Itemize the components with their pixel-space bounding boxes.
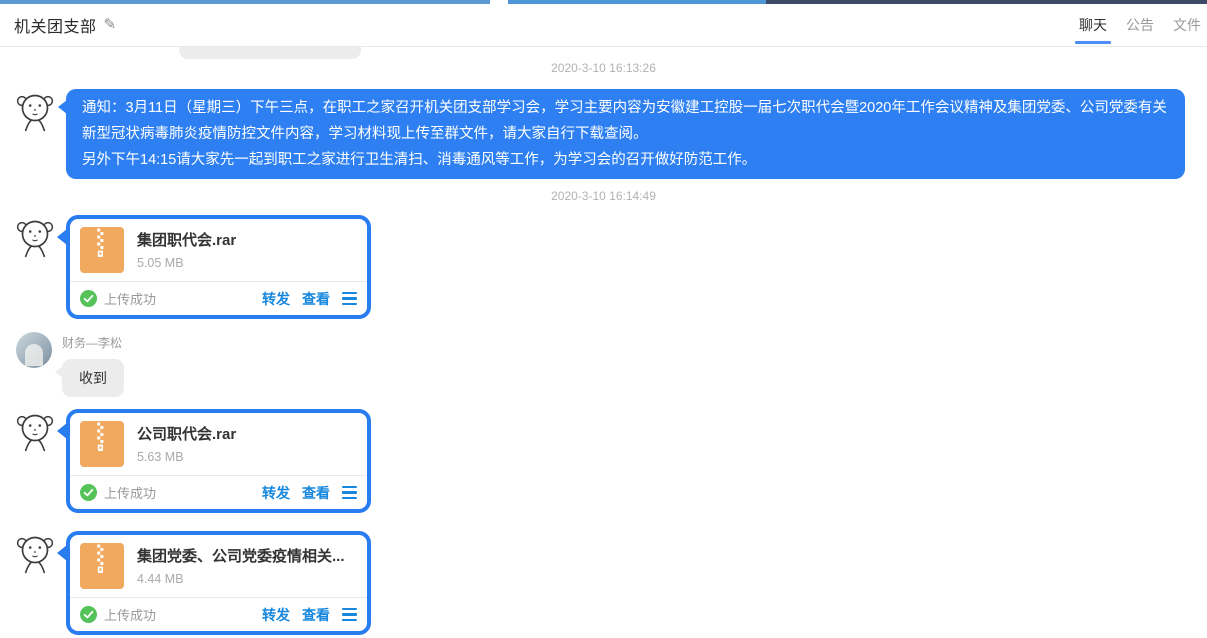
file-card-top: 集团党委、公司党委疫情相关... 4.44 MB	[70, 535, 367, 597]
reply-text: 收到	[79, 370, 107, 386]
view-link[interactable]: 查看	[302, 605, 330, 625]
forward-link[interactable]: 转发	[262, 289, 290, 309]
top-strip-segment-left	[0, 0, 490, 4]
file-message-row: 集团职代会.rar 5.05 MB 上传成功 转发 查看	[0, 215, 1207, 319]
upload-status-text: 上传成功	[104, 483, 156, 502]
group-title-wrap: 机关团支部 ✎	[14, 13, 116, 37]
forward-link[interactable]: 转发	[262, 605, 290, 625]
header-tabs: 聊天 公告 文件	[1079, 4, 1203, 46]
top-strip-segment-middle	[508, 0, 766, 4]
zip-archive-icon	[80, 421, 124, 467]
sender-name: 财务—李松	[62, 334, 124, 351]
view-link[interactable]: 查看	[302, 483, 330, 503]
file-card[interactable]: 公司职代会.rar 5.63 MB 上传成功 转发 查看	[66, 409, 371, 513]
upload-status-text: 上传成功	[104, 289, 156, 308]
notice-text-line1: 通知：3月11日（星期三）下午三点，在职工之家召开机关团支部学习会，学习主要内容…	[82, 95, 1169, 147]
avatar[interactable]	[16, 332, 52, 368]
file-card-tail	[57, 423, 67, 439]
check-circle-icon	[80, 606, 97, 623]
file-card-footer: 上传成功 转发 查看	[70, 282, 367, 315]
file-name: 集团党委、公司党委疫情相关...	[137, 545, 345, 566]
bubble-tail	[58, 100, 67, 114]
file-message-row: 集团党委、公司党委疫情相关... 4.44 MB 上传成功 转发 查看	[0, 531, 1207, 635]
file-actions: 转发 查看	[262, 483, 357, 503]
hamburger-menu-icon[interactable]	[342, 290, 357, 308]
sender-doodle-avatar[interactable]	[12, 411, 58, 453]
upload-status: 上传成功	[80, 605, 156, 624]
file-message-row: 公司职代会.rar 5.63 MB 上传成功 转发 查看	[0, 409, 1207, 513]
file-meta: 集团职代会.rar 5.05 MB	[137, 227, 236, 270]
upload-status: 上传成功	[80, 289, 156, 308]
hamburger-menu-icon[interactable]	[342, 484, 357, 502]
file-meta: 公司职代会.rar 5.63 MB	[137, 421, 236, 464]
notice-bubble: 通知：3月11日（星期三）下午三点，在职工之家召开机关团支部学习会，学习主要内容…	[66, 89, 1185, 179]
previous-message-remnant	[179, 47, 361, 59]
edit-group-name-icon[interactable]: ✎	[104, 15, 117, 33]
group-title: 机关团支部	[14, 13, 97, 37]
window-top-strip	[0, 0, 1207, 4]
chat-message-list[interactable]: 2020-3-10 16:13:26 通知：3月11日（星期三）下午三点，在职工…	[0, 47, 1207, 637]
file-size: 4.44 MB	[137, 572, 345, 586]
hamburger-menu-icon[interactable]	[342, 606, 357, 624]
tab-files[interactable]: 文件	[1173, 4, 1201, 46]
file-actions: 转发 查看	[262, 605, 357, 625]
file-card-tail	[57, 229, 67, 245]
file-meta: 集团党委、公司党委疫情相关... 4.44 MB	[137, 543, 345, 586]
notice-message-row: 通知：3月11日（星期三）下午三点，在职工之家召开机关团支部学习会，学习主要内容…	[0, 89, 1207, 179]
file-card[interactable]: 集团党委、公司党委疫情相关... 4.44 MB 上传成功 转发 查看	[66, 531, 371, 635]
file-size: 5.63 MB	[137, 450, 236, 464]
file-card[interactable]: 集团职代会.rar 5.05 MB 上传成功 转发 查看	[66, 215, 371, 319]
reply-bubble: 收到	[62, 359, 124, 397]
file-card-footer: 上传成功 转发 查看	[70, 598, 367, 631]
file-actions: 转发 查看	[262, 289, 357, 309]
group-chat-header: 机关团支部 ✎ 聊天 公告 文件	[0, 4, 1207, 47]
zip-archive-icon	[80, 227, 124, 273]
file-card-top: 集团职代会.rar 5.05 MB	[70, 219, 367, 281]
reply-message-row: 财务—李松 收到	[0, 332, 1207, 397]
zip-archive-icon	[80, 543, 124, 589]
tab-chat[interactable]: 聊天	[1079, 4, 1107, 46]
view-link[interactable]: 查看	[302, 289, 330, 309]
sender-doodle-avatar[interactable]	[12, 533, 58, 575]
upload-status: 上传成功	[80, 483, 156, 502]
sender-doodle-avatar[interactable]	[12, 217, 58, 259]
check-circle-icon	[80, 290, 97, 307]
timestamp: 2020-3-10 16:14:49	[0, 189, 1207, 203]
file-card-footer: 上传成功 转发 查看	[70, 476, 367, 509]
file-card-tail	[57, 545, 67, 561]
file-name: 集团职代会.rar	[137, 229, 236, 250]
upload-status-text: 上传成功	[104, 605, 156, 624]
file-name: 公司职代会.rar	[137, 423, 236, 444]
file-size: 5.05 MB	[137, 256, 236, 270]
forward-link[interactable]: 转发	[262, 483, 290, 503]
reply-body: 财务—李松 收到	[62, 332, 124, 397]
bubble-tail	[55, 366, 63, 378]
notice-text-line2: 另外下午14:15请大家先一起到职工之家进行卫生清扫、消毒通风等工作，为学习会的…	[82, 147, 1169, 173]
file-card-top: 公司职代会.rar 5.63 MB	[70, 413, 367, 475]
tab-announcement[interactable]: 公告	[1126, 4, 1154, 46]
check-circle-icon	[80, 484, 97, 501]
sender-doodle-avatar[interactable]	[12, 91, 58, 133]
